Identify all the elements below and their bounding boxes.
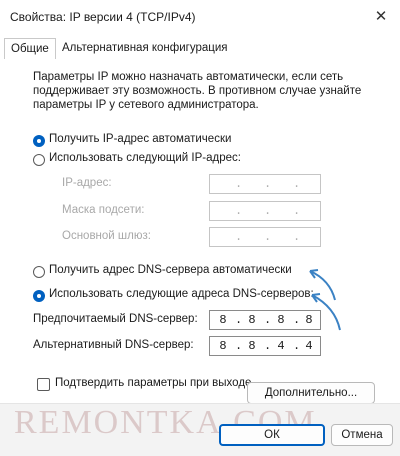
ip-auto-label[interactable]: Получить IP-адрес автоматически [49, 133, 231, 145]
octet: 8 [219, 313, 227, 327]
ip-address-field[interactable]: . . . [209, 174, 321, 194]
dns-manual-radio[interactable] [33, 290, 45, 302]
dns-auto-label[interactable]: Получить адрес DNS-сервера автоматически [49, 264, 292, 276]
octet-separator: . [293, 230, 301, 244]
octet-separator: . [235, 204, 243, 218]
ip-manual-label[interactable]: Использовать следующий IP-адрес: [49, 152, 241, 164]
octet-separator: . [235, 177, 243, 191]
advanced-button[interactable]: Дополнительно... [247, 382, 375, 404]
annotation-arrows [309, 269, 341, 331]
ip-manual-radio[interactable] [33, 154, 45, 166]
description-text: Параметры IP можно назначать автоматичес… [33, 71, 362, 111]
octet-separator: . [293, 177, 301, 191]
default-gateway-field[interactable]: . . . [209, 227, 321, 247]
ip-auto-radio[interactable] [33, 135, 45, 147]
tab-alternate-config[interactable]: Альтернативная конфигурация [56, 38, 234, 58]
validate-checkbox[interactable] [37, 378, 50, 391]
dns-manual-label[interactable]: Использовать следующие адреса DNS-сервер… [49, 288, 314, 300]
octet-separator: . [264, 177, 272, 191]
octet: 8 [219, 339, 227, 353]
preferred-dns-label: Предпочитаемый DNS-сервер: [33, 313, 198, 325]
octet-separator: . [264, 230, 272, 244]
dns-auto-radio[interactable] [33, 266, 45, 278]
default-gateway-label: Основной шлюз: [62, 230, 151, 242]
tab-general[interactable]: Общие [4, 38, 56, 59]
octet-separator: . [235, 230, 243, 244]
octet: 4 [305, 339, 313, 353]
alternate-dns-label: Альтернативный DNS-сервер: [33, 339, 194, 351]
subnet-mask-label: Маска подсети: [62, 204, 145, 216]
cancel-button[interactable]: Отмена [331, 424, 393, 446]
ok-button[interactable]: ОК [219, 424, 325, 446]
octet: 8 [248, 339, 256, 353]
ip-address-label: IP-адрес: [62, 177, 112, 189]
octet: 4 [277, 339, 285, 353]
subnet-mask-field[interactable]: . . . [209, 201, 321, 221]
octet-separator: . [293, 204, 301, 218]
octet: 8 [248, 313, 256, 327]
octet: 8 [277, 313, 285, 327]
close-icon[interactable]: ✕ [370, 6, 392, 28]
alternate-dns-field[interactable]: 8 . 8 . 4 . 4 [209, 336, 321, 356]
validate-label[interactable]: Подтвердить параметры при выходе [55, 377, 251, 389]
window-title: Свойства: IP версии 4 (TCP/IPv4) [10, 10, 196, 24]
octet-separator: . [264, 204, 272, 218]
